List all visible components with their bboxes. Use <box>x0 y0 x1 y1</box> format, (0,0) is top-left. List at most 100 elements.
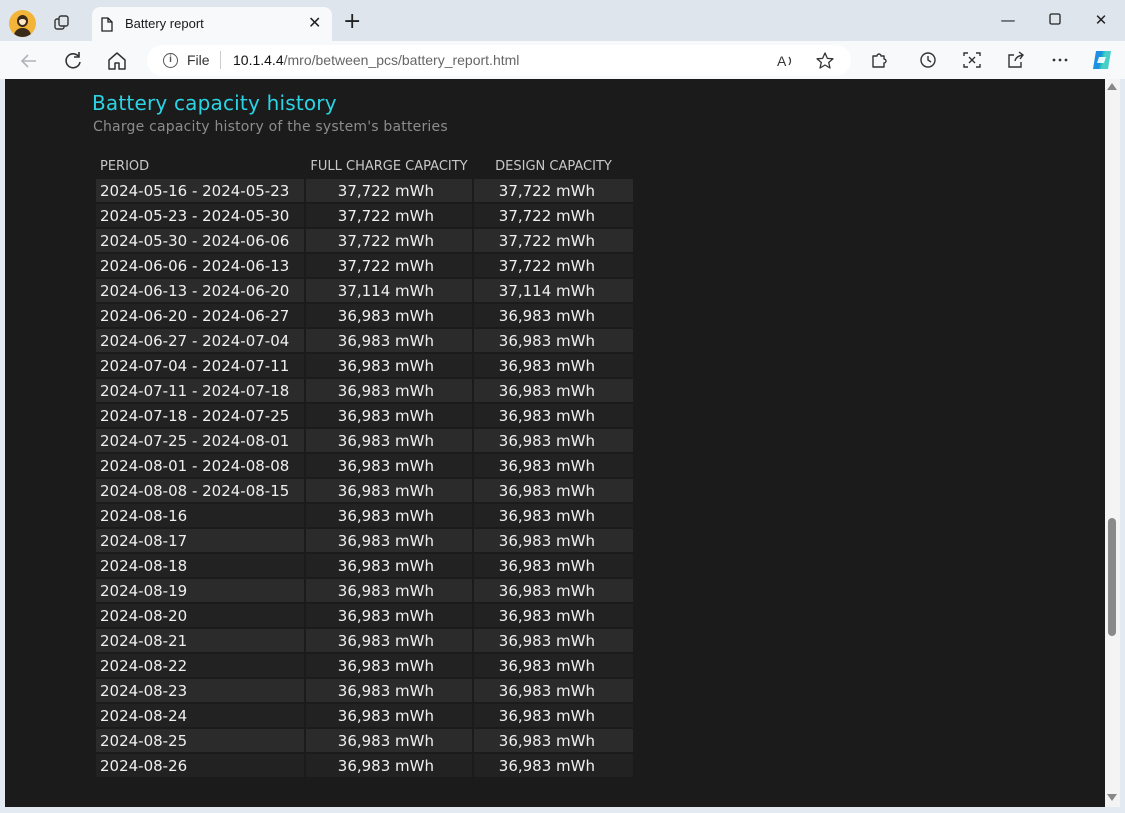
cell-design-capacity: 37,722 mWh <box>474 229 633 252</box>
cell-period: 2024-07-25 - 2024-08-01 <box>96 429 304 452</box>
share-icon[interactable] <box>1006 50 1026 70</box>
cell-full-charge-capacity: 36,983 mWh <box>306 704 472 727</box>
table-row: 2024-06-20 - 2024-06-27 36,983 mWh 36,983 … <box>96 304 633 327</box>
window-bottom-edge <box>0 807 1125 813</box>
close-tab-icon[interactable]: ✕ <box>308 15 321 31</box>
page-content: Battery capacity history Charge capacity… <box>5 79 1105 807</box>
toolbar: i File 10.1.4.4/mro/between_pcs/battery_… <box>0 41 1125 79</box>
cell-design-capacity: 36,983 mWh <box>474 329 633 352</box>
back-arrow-icon[interactable] <box>18 50 40 72</box>
cell-design-capacity: 36,983 mWh <box>474 529 633 552</box>
table-row: 2024-08-21 36,983 mWh 36,983 mWh <box>96 629 633 652</box>
copilot-icon[interactable] <box>1090 48 1114 72</box>
cell-full-charge-capacity: 36,983 mWh <box>306 604 472 627</box>
url-scheme-label: File <box>187 52 210 68</box>
read-aloud-icon[interactable]: A <box>775 51 795 71</box>
table-row: 2024-07-18 - 2024-07-25 36,983 mWh 36,983 … <box>96 404 633 427</box>
puzzle-icon[interactable] <box>869 50 889 70</box>
minimize-icon[interactable]: — <box>998 10 1018 30</box>
cell-period: 2024-08-25 <box>96 729 304 752</box>
table-row: 2024-07-04 - 2024-07-11 36,983 mWh 36,983 … <box>96 354 633 377</box>
new-tab-button[interactable]: + <box>343 11 361 33</box>
cell-full-charge-capacity: 36,983 mWh <box>306 654 472 677</box>
cell-period: 2024-08-26 <box>96 754 304 777</box>
close-window-icon[interactable]: ✕ <box>1091 10 1111 30</box>
cell-period: 2024-05-23 - 2024-05-30 <box>96 204 304 227</box>
cell-design-capacity: 36,983 mWh <box>474 729 633 752</box>
cell-full-charge-capacity: 36,983 mWh <box>306 379 472 402</box>
cell-period: 2024-08-18 <box>96 554 304 577</box>
cell-full-charge-capacity: 36,983 mWh <box>306 729 472 752</box>
table-row: 2024-07-25 - 2024-08-01 36,983 mWh 36,983 … <box>96 429 633 452</box>
cell-design-capacity: 36,983 mWh <box>474 554 633 577</box>
star-icon[interactable] <box>815 51 835 71</box>
cell-period: 2024-08-01 - 2024-08-08 <box>96 454 304 477</box>
cell-period: 2024-08-19 <box>96 579 304 602</box>
scroll-down-icon[interactable] <box>1107 794 1117 801</box>
vertical-scrollbar[interactable] <box>1105 79 1120 807</box>
cell-period: 2024-08-17 <box>96 529 304 552</box>
table-row: 2024-08-16 36,983 mWh 36,983 mWh <box>96 504 633 527</box>
cell-period: 2024-08-24 <box>96 704 304 727</box>
cell-design-capacity: 36,983 mWh <box>474 429 633 452</box>
cell-full-charge-capacity: 36,983 mWh <box>306 304 472 327</box>
table-row: 2024-08-01 - 2024-08-08 36,983 mWh 36,983 … <box>96 454 633 477</box>
table-row: 2024-08-17 36,983 mWh 36,983 mWh <box>96 529 633 552</box>
url-path: /mro/between_pcs/battery_report.html <box>283 52 520 68</box>
maximize-icon[interactable] <box>1045 10 1065 30</box>
cell-design-capacity: 36,983 mWh <box>474 304 633 327</box>
address-bar[interactable]: i File 10.1.4.4/mro/between_pcs/battery_… <box>147 45 851 76</box>
cell-design-capacity: 36,983 mWh <box>474 579 633 602</box>
column-header-design-capacity: DESIGN CAPACITY <box>495 158 612 174</box>
cell-design-capacity: 36,983 mWh <box>474 704 633 727</box>
cell-period: 2024-08-21 <box>96 629 304 652</box>
table-row: 2024-08-22 36,983 mWh 36,983 mWh <box>96 654 633 677</box>
history-icon[interactable] <box>918 50 938 70</box>
home-icon[interactable] <box>106 50 128 72</box>
cell-full-charge-capacity: 37,722 mWh <box>306 179 472 202</box>
cell-period: 2024-06-27 - 2024-07-04 <box>96 329 304 352</box>
cell-full-charge-capacity: 36,983 mWh <box>306 354 472 377</box>
cell-period: 2024-07-11 - 2024-07-18 <box>96 379 304 402</box>
profile-avatar-icon[interactable] <box>9 10 36 37</box>
cell-full-charge-capacity: 36,983 mWh <box>306 454 472 477</box>
cell-full-charge-capacity: 36,983 mWh <box>306 629 472 652</box>
tab-battery-report[interactable]: Battery report ✕ <box>92 7 332 41</box>
table-row: 2024-08-25 36,983 mWh 36,983 mWh <box>96 729 633 752</box>
cell-full-charge-capacity: 36,983 mWh <box>306 504 472 527</box>
url-separator <box>220 51 221 69</box>
cell-design-capacity: 36,983 mWh <box>474 354 633 377</box>
cell-full-charge-capacity: 36,983 mWh <box>306 529 472 552</box>
scrollbar-thumb[interactable] <box>1108 518 1116 636</box>
cell-full-charge-capacity: 37,114 mWh <box>306 279 472 302</box>
cell-full-charge-capacity: 36,983 mWh <box>306 579 472 602</box>
cell-design-capacity: 36,983 mWh <box>474 654 633 677</box>
cell-period: 2024-07-04 - 2024-07-11 <box>96 354 304 377</box>
page-icon <box>101 17 113 32</box>
cell-design-capacity: 36,983 mWh <box>474 479 633 502</box>
scroll-up-icon[interactable] <box>1107 83 1117 90</box>
table-row: 2024-06-27 - 2024-07-04 36,983 mWh 36,983 … <box>96 329 633 352</box>
table-row: 2024-05-30 - 2024-06-06 37,722 mWh 37,722 … <box>96 229 633 252</box>
table-row: 2024-07-11 - 2024-07-18 36,983 mWh 36,983 … <box>96 379 633 402</box>
cell-full-charge-capacity: 36,983 mWh <box>306 679 472 702</box>
info-icon[interactable]: i <box>163 53 178 68</box>
screenshot-icon[interactable] <box>962 50 982 70</box>
table-row: 2024-08-20 36,983 mWh 36,983 mWh <box>96 604 633 627</box>
cell-period: 2024-06-13 - 2024-06-20 <box>96 279 304 302</box>
workspaces-icon[interactable] <box>53 14 71 32</box>
tab-title: Battery report <box>125 16 204 31</box>
cell-full-charge-capacity: 37,722 mWh <box>306 204 472 227</box>
capacity-history-table: PERIOD FULL CHARGE CAPACITY DESIGN CAPAC… <box>94 153 635 779</box>
refresh-icon[interactable] <box>62 50 84 72</box>
cell-period: 2024-06-06 - 2024-06-13 <box>96 254 304 277</box>
page-title: Battery capacity history <box>92 91 337 115</box>
cell-period: 2024-08-23 <box>96 679 304 702</box>
cell-design-capacity: 36,983 mWh <box>474 629 633 652</box>
cell-period: 2024-06-20 - 2024-06-27 <box>96 304 304 327</box>
cell-period: 2024-08-20 <box>96 604 304 627</box>
cell-design-capacity: 36,983 mWh <box>474 379 633 402</box>
svg-text:A: A <box>777 53 787 69</box>
more-icon[interactable] <box>1050 50 1070 70</box>
url-text[interactable]: 10.1.4.4/mro/between_pcs/battery_report.… <box>233 52 519 68</box>
